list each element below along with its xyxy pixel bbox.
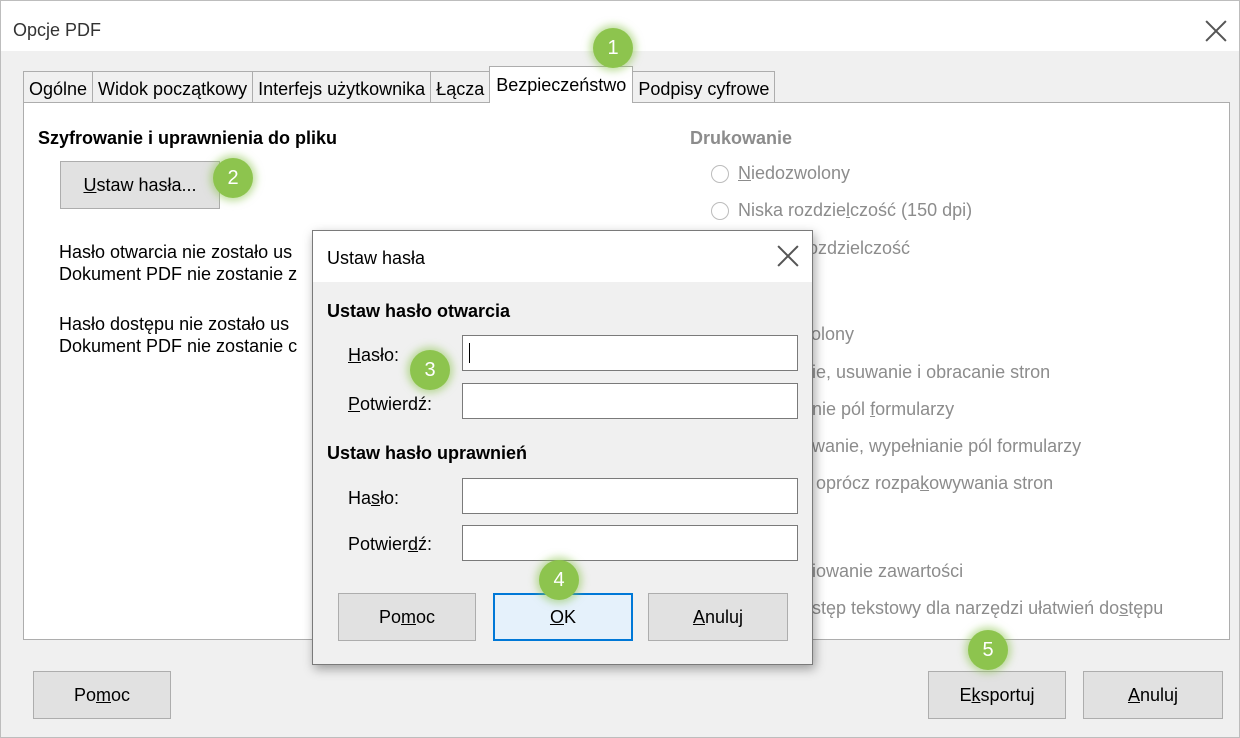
access-password-status: Hasło dostępu nie zostało us bbox=[59, 314, 290, 334]
dialog-title-bar: Ustaw hasła bbox=[313, 231, 812, 282]
text-caret bbox=[469, 343, 470, 363]
cancel-button[interactable]: Anuluj bbox=[1083, 671, 1223, 719]
tab-general[interactable]: Ogólne bbox=[23, 71, 94, 103]
changes-fill-forms-label: anie pól formularzy bbox=[802, 399, 955, 419]
dialog-title: Ustaw hasła bbox=[327, 248, 426, 268]
changes-comment-fill-label: owanie, wypełnianie pól formularzy bbox=[802, 436, 1082, 456]
permission-confirm-input[interactable] bbox=[462, 525, 798, 561]
dialog-ok-button[interactable]: OK bbox=[493, 593, 633, 641]
tab-bar: Ogólne Widok początkowy Interfejs użytko… bbox=[23, 66, 776, 103]
open-confirm-input[interactable] bbox=[462, 383, 798, 419]
printing-low-res-label: Niska rozdzielczość (150 dpi) bbox=[738, 200, 973, 220]
step-badge-3: 3 bbox=[410, 350, 450, 390]
open-password-input[interactable] bbox=[462, 335, 798, 371]
printing-not-permitted-label: Niedozwolony bbox=[738, 163, 851, 183]
tab-user-interface[interactable]: Interfejs użytkownika bbox=[252, 71, 432, 103]
tab-links[interactable]: Łącza bbox=[430, 71, 491, 103]
permission-confirm-label: Potwierdź: bbox=[348, 534, 433, 554]
set-passwords-dialog: Ustaw hasła Ustaw hasło otwarcia Hasło: … bbox=[312, 230, 813, 665]
printing-high-res-label: rozdzielczość bbox=[802, 238, 911, 258]
window-title: Opcje PDF bbox=[13, 20, 102, 40]
permission-password-heading: Ustaw hasło uprawnień bbox=[327, 443, 528, 463]
permission-password-input[interactable] bbox=[462, 478, 798, 514]
open-password-heading: Ustaw hasło otwarcia bbox=[327, 301, 511, 321]
open-password-note: Dokument PDF nie zostanie z bbox=[59, 264, 298, 284]
encryption-heading: Szyfrowanie i uprawnienia do pliku bbox=[38, 128, 338, 148]
permission-password-label: Hasło: bbox=[348, 488, 400, 508]
open-confirm-label: Potwierdź: bbox=[348, 394, 433, 414]
dialog-help-button[interactable]: Pomoc bbox=[338, 593, 476, 641]
set-passwords-button[interactable]: Ustaw hasła... bbox=[60, 161, 220, 209]
content-copy-label: piowanie zawartości bbox=[802, 561, 964, 581]
step-badge-2: 2 bbox=[213, 158, 253, 198]
dialog-cancel-button[interactable]: Anuluj bbox=[648, 593, 788, 641]
step-badge-5: 5 bbox=[968, 630, 1008, 670]
tab-digital-signatures[interactable]: Podpisy cyfrowe bbox=[632, 71, 776, 103]
content-accessibility-label: ostęp tekstowy dla narzędzi ułatwień dos… bbox=[802, 598, 1164, 618]
printing-low-res-radio[interactable] bbox=[711, 202, 729, 220]
close-icon[interactable] bbox=[1204, 19, 1228, 43]
step-badge-1: 1 bbox=[593, 28, 633, 68]
open-password-label: Hasło: bbox=[348, 345, 400, 365]
tab-security[interactable]: Bezpieczeństwo bbox=[489, 66, 634, 103]
step-badge-4: 4 bbox=[539, 560, 579, 600]
dialog-close-icon[interactable] bbox=[776, 244, 800, 268]
access-password-note: Dokument PDF nie zostanie c bbox=[59, 336, 298, 356]
printing-not-permitted-radio[interactable] bbox=[711, 165, 729, 183]
help-button[interactable]: Pomoc bbox=[33, 671, 171, 719]
changes-insert-delete-label: nie, usuwanie i obracanie stron bbox=[802, 362, 1051, 382]
export-button[interactable]: Eksportuj bbox=[928, 671, 1066, 719]
printing-heading: Drukowanie bbox=[690, 128, 793, 148]
open-password-status: Hasło otwarcia nie zostało us bbox=[59, 242, 293, 262]
tab-initial-view[interactable]: Widok początkowy bbox=[92, 71, 254, 103]
changes-any-except-label: y oprócz rozpakowywania stron bbox=[802, 473, 1054, 493]
